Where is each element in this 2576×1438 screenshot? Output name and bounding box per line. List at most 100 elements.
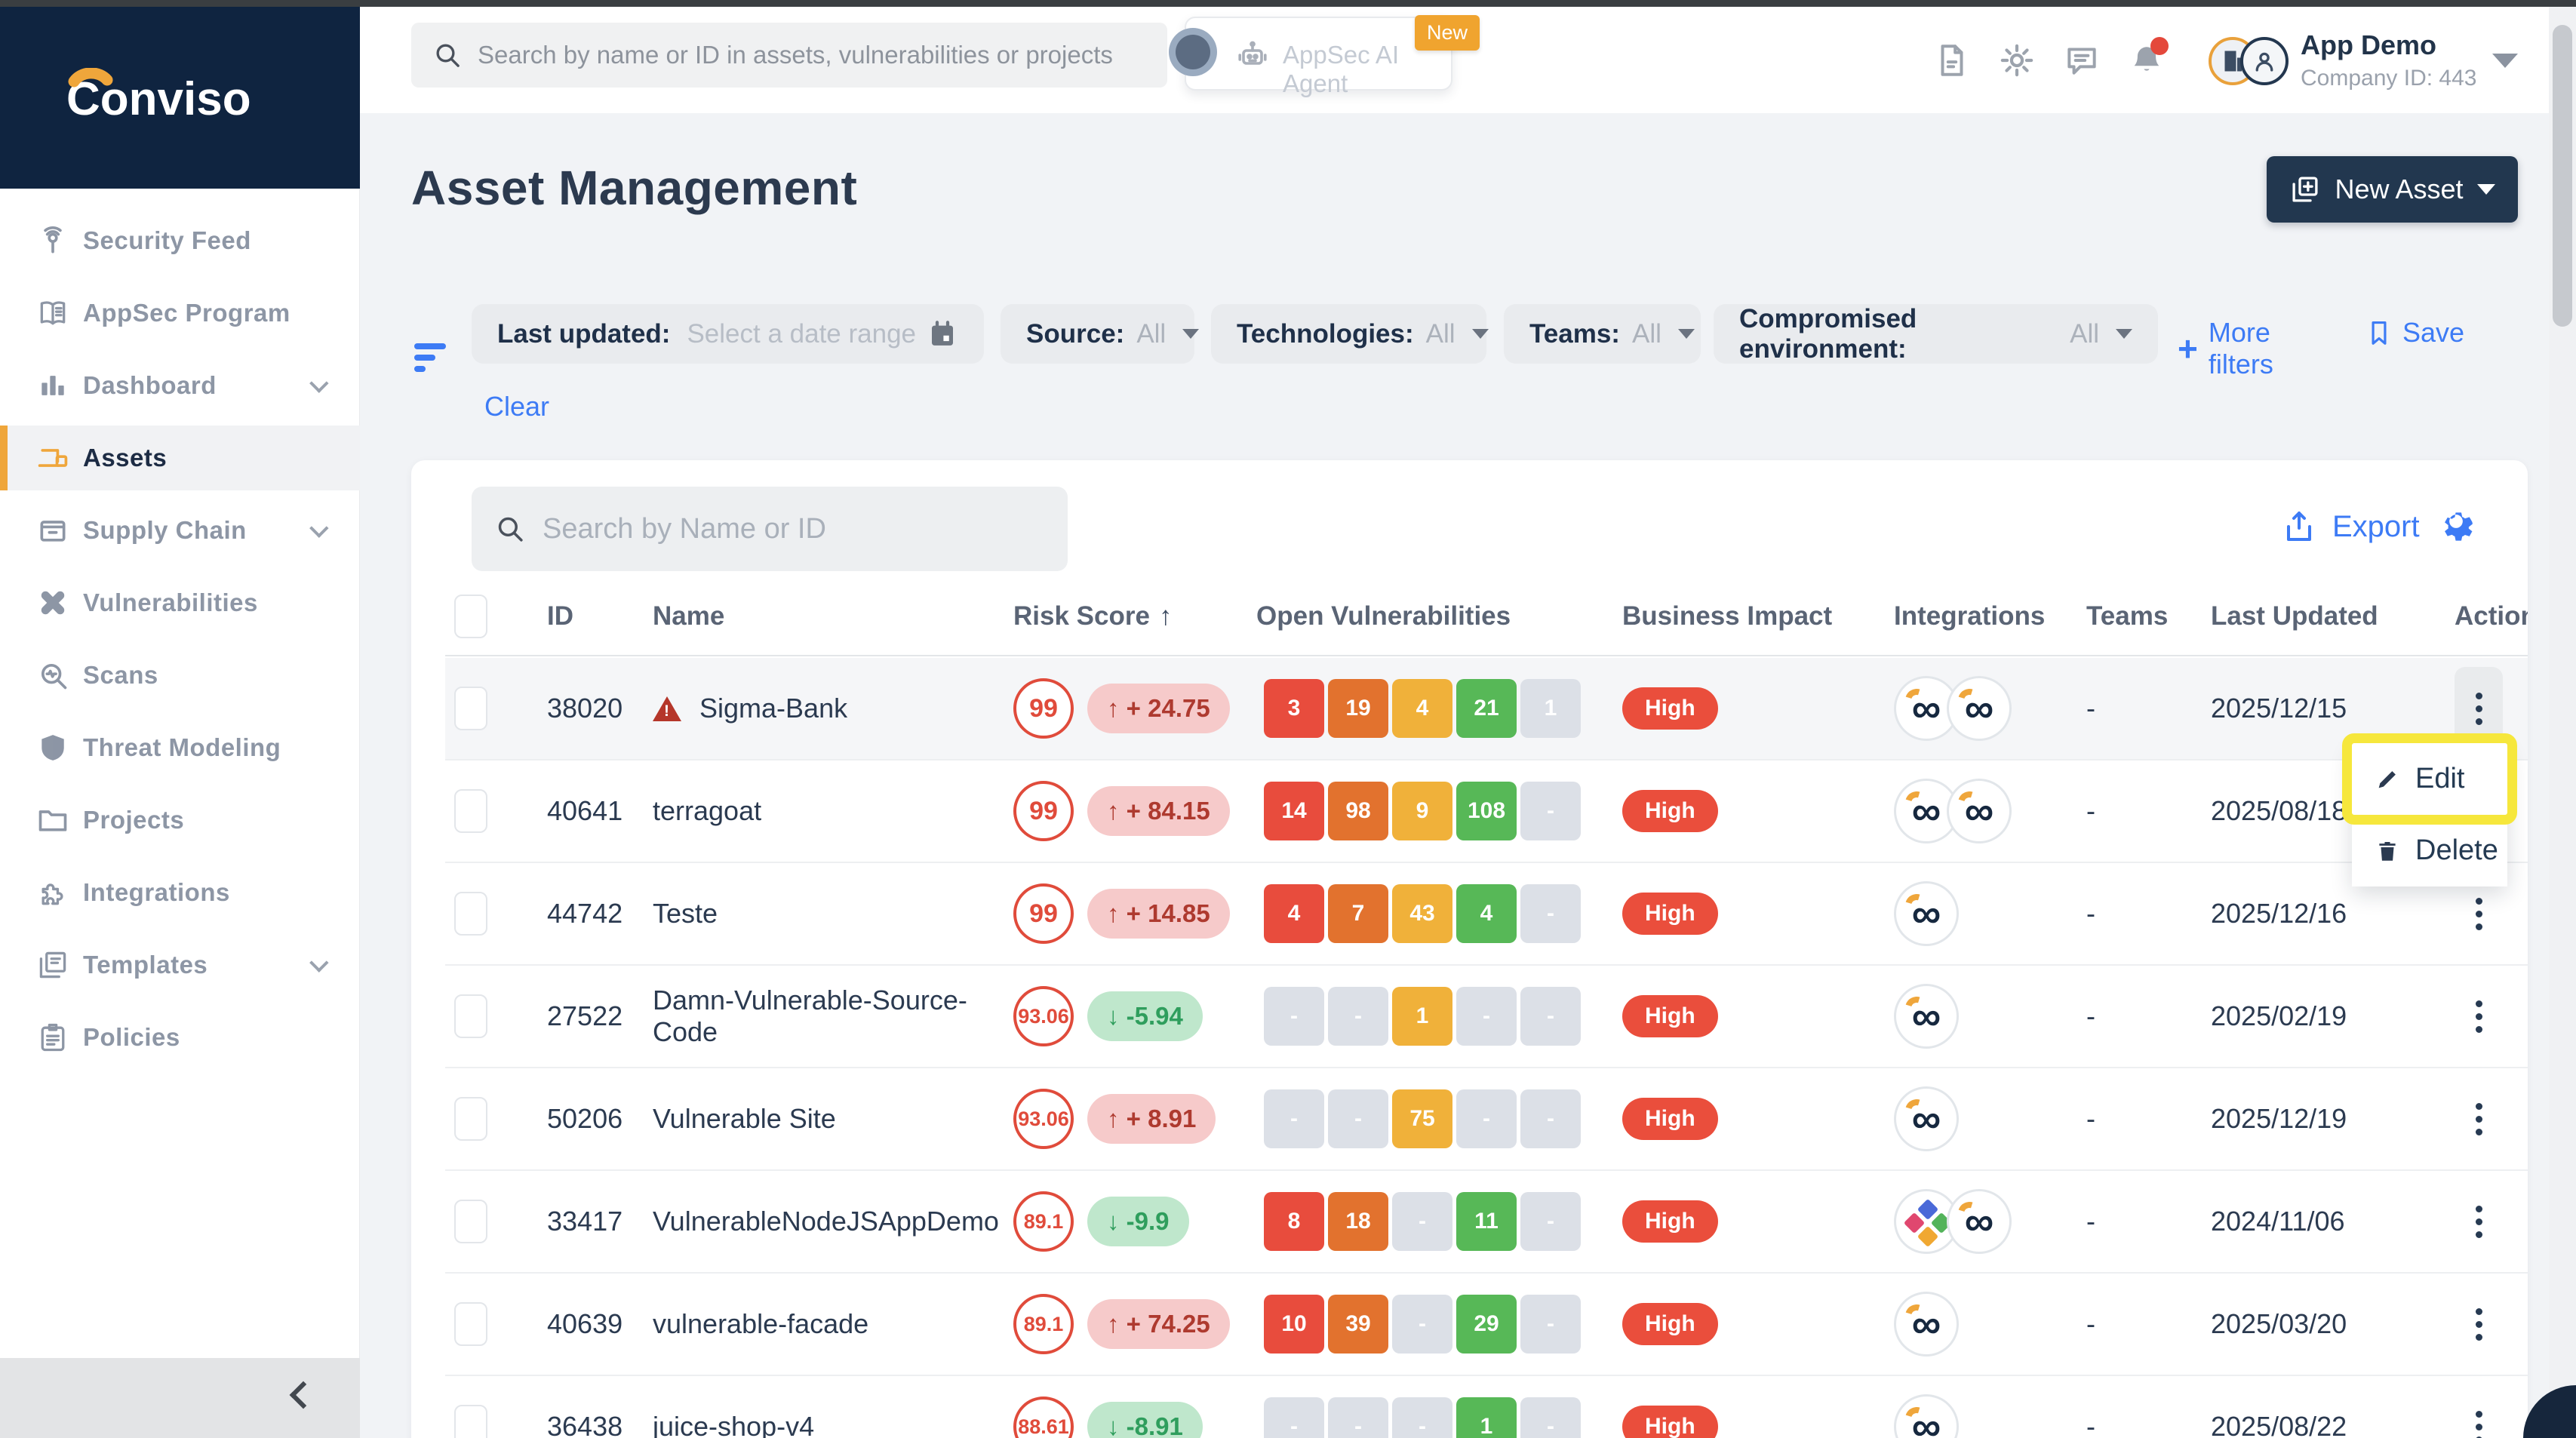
asset-name[interactable]: VulnerableNodeJSAppDemo <box>653 1206 1013 1237</box>
risk-score-cell: 99 ↑ + 14.85 <box>1013 883 1256 944</box>
sidebar-item-scans[interactable]: Scans <box>0 643 360 708</box>
delete-menu-item[interactable]: Delete <box>2352 815 2507 886</box>
last-updated-cell: 2025/02/19 <box>2211 1000 2455 1032</box>
sidebar-item-label: Threat Modeling <box>83 733 281 762</box>
chat-icon[interactable] <box>2063 41 2101 79</box>
new-asset-caret-icon <box>2477 184 2495 195</box>
table-search-input[interactable] <box>543 513 1025 545</box>
account-menu-caret-icon[interactable] <box>2492 54 2518 68</box>
column-header-last-updated[interactable]: Last Updated <box>2211 601 2455 631</box>
filter-source[interactable]: Source: All <box>1001 304 1194 364</box>
column-header-risk-score[interactable]: Risk Score↑ <box>1013 601 1256 631</box>
table-row[interactable]: 40639 vulnerable-facade 89.1 ↑ + 74.25 1… <box>445 1274 2528 1376</box>
filter-teams[interactable]: Teams: All <box>1504 304 1701 364</box>
save-filters-button[interactable]: Save <box>2365 317 2464 349</box>
table-row[interactable]: 36438 juice-shop-v4 88.61 ↓ -8.91 ---1- … <box>445 1376 2528 1438</box>
window-top-strip <box>0 0 2576 7</box>
asset-name[interactable]: vulnerable-facade <box>653 1308 1013 1340</box>
chat-fab-button[interactable] <box>2523 1385 2576 1438</box>
sidebar-item-assets[interactable]: Assets <box>0 426 360 490</box>
clear-filters-link[interactable]: Clear <box>484 391 549 422</box>
filter-technologies[interactable]: Technologies: All <box>1211 304 1486 364</box>
appsec-ai-agent-button[interactable]: AppSec AI Agent <box>1185 17 1452 91</box>
select-all-checkbox[interactable] <box>454 595 487 638</box>
table-settings-gear-icon[interactable] <box>2435 505 2477 548</box>
more-filters-button[interactable]: + More filters <box>2178 317 2273 380</box>
table-row[interactable]: 50206 Vulnerable Site 93.06 ↑ + 8.91 --7… <box>445 1068 2528 1171</box>
table-row[interactable]: 27522 Damn-Vulnerable-Source-Code 93.06 … <box>445 966 2528 1068</box>
row-actions-button[interactable] <box>2455 975 2503 1058</box>
row-checkbox[interactable] <box>454 1405 487 1438</box>
table-body: 38020 Sigma-Bank 99 ↑ + 24.75 3194211 Hi… <box>411 658 2528 1438</box>
sidebar-item-label: Templates <box>83 951 207 979</box>
asset-name[interactable]: Sigma-Bank <box>653 693 1013 724</box>
column-header-business-impact[interactable]: Business Impact <box>1622 601 1894 631</box>
row-checkbox[interactable] <box>454 789 487 833</box>
row-checkbox[interactable] <box>454 892 487 936</box>
export-button[interactable]: Export <box>2281 509 2420 545</box>
asset-name[interactable]: Damn-Vulnerable-Source-Code <box>653 985 1013 1048</box>
sidebar-item-templates[interactable]: Templates <box>0 933 360 997</box>
sidebar-item-supply-chain[interactable]: Supply Chain <box>0 498 360 563</box>
edit-menu-item[interactable]: Edit <box>2352 743 2507 815</box>
column-header-open-vulnerabilities[interactable]: Open Vulnerabilities <box>1256 601 1622 631</box>
row-actions-button[interactable] <box>2455 1385 2503 1438</box>
new-asset-button[interactable]: New Asset <box>2267 156 2518 223</box>
column-header-name[interactable]: Name <box>653 601 1013 631</box>
table-row[interactable]: 44742 Teste 99 ↑ + 14.85 47434- High ∞ -… <box>445 863 2528 966</box>
row-actions-button[interactable] <box>2455 1180 2503 1263</box>
documentation-icon[interactable] <box>1933 41 1971 79</box>
sidebar-item-policies[interactable]: Policies <box>0 1005 360 1070</box>
asset-name[interactable]: juice-shop-v4 <box>653 1411 1013 1438</box>
filter-last-updated[interactable]: Last updated: Select a date range <box>472 304 984 364</box>
sidebar-item-label: AppSec Program <box>83 299 290 327</box>
chevron-down-icon <box>1678 329 1695 339</box>
global-search-input[interactable] <box>478 41 1142 69</box>
integrations-cell: ∞∞ <box>1894 779 2086 843</box>
table-row[interactable]: 33417 VulnerableNodeJSAppDemo 89.1 ↓ -9.… <box>445 1171 2528 1274</box>
sidebar-item-appsec-program[interactable]: AppSec Program <box>0 281 360 346</box>
column-header-integrations[interactable]: Integrations <box>1894 601 2086 631</box>
settings-gear-icon[interactable] <box>1998 41 2036 79</box>
asset-name[interactable]: Teste <box>653 898 1013 929</box>
sidebar-item-dashboard[interactable]: Dashboard <box>0 353 360 418</box>
topbar-icons <box>1933 7 2166 113</box>
sidebar-item-label: Security Feed <box>83 226 251 255</box>
page-scrollbar[interactable] <box>2549 7 2576 1438</box>
row-checkbox[interactable] <box>454 994 487 1038</box>
vulnerability-count-chip: - <box>1264 987 1324 1046</box>
integrations-cell: ∞∞ <box>1894 676 2086 741</box>
collapse-sidebar-icon[interactable] <box>290 1381 318 1409</box>
sidebar-item-integrations[interactable]: Integrations <box>0 860 360 925</box>
global-search[interactable] <box>411 23 1167 88</box>
sidebar-item-threat-modeling[interactable]: Threat Modeling <box>0 715 360 780</box>
notifications-bell-icon[interactable] <box>2128 41 2166 79</box>
sidebar-item-vulnerabilities[interactable]: Vulnerabilities <box>0 570 360 635</box>
row-actions-button[interactable] <box>2455 1077 2503 1160</box>
table-row[interactable]: 40641 terragoat 99 ↑ + 84.15 14989108- H… <box>445 760 2528 863</box>
open-vulnerabilities: 1039-29- <box>1256 1295 1581 1354</box>
table-row[interactable]: 38020 Sigma-Bank 99 ↑ + 24.75 3194211 Hi… <box>445 658 2528 760</box>
sidebar-item-projects[interactable]: Projects <box>0 788 360 853</box>
table-search[interactable] <box>472 487 1068 571</box>
asset-name[interactable]: Vulnerable Site <box>653 1103 1013 1135</box>
row-actions-button[interactable] <box>2455 667 2503 750</box>
chevron-down-icon <box>1472 329 1489 339</box>
warning-icon <box>653 696 681 721</box>
column-header-id[interactable]: ID <box>547 601 653 631</box>
conviso-logo[interactable]: Conviso <box>0 7 360 189</box>
sidebar-item-label: Vulnerabilities <box>83 588 258 617</box>
row-checkbox[interactable] <box>454 1200 487 1243</box>
filter-compromised-environment[interactable]: Compromised environment: All <box>1714 304 2158 364</box>
filter-icon[interactable] <box>414 343 447 376</box>
scrollbar-thumb[interactable] <box>2553 25 2572 327</box>
scans-icon <box>36 659 69 692</box>
vulnerability-count-chip: - <box>1392 1192 1452 1251</box>
row-checkbox[interactable] <box>454 687 487 730</box>
row-checkbox[interactable] <box>454 1097 487 1141</box>
asset-name[interactable]: terragoat <box>653 795 1013 827</box>
row-checkbox[interactable] <box>454 1302 487 1346</box>
row-actions-button[interactable] <box>2455 1283 2503 1366</box>
column-header-teams[interactable]: Teams <box>2086 601 2211 631</box>
sidebar-item-security-feed[interactable]: Security Feed <box>0 208 360 273</box>
